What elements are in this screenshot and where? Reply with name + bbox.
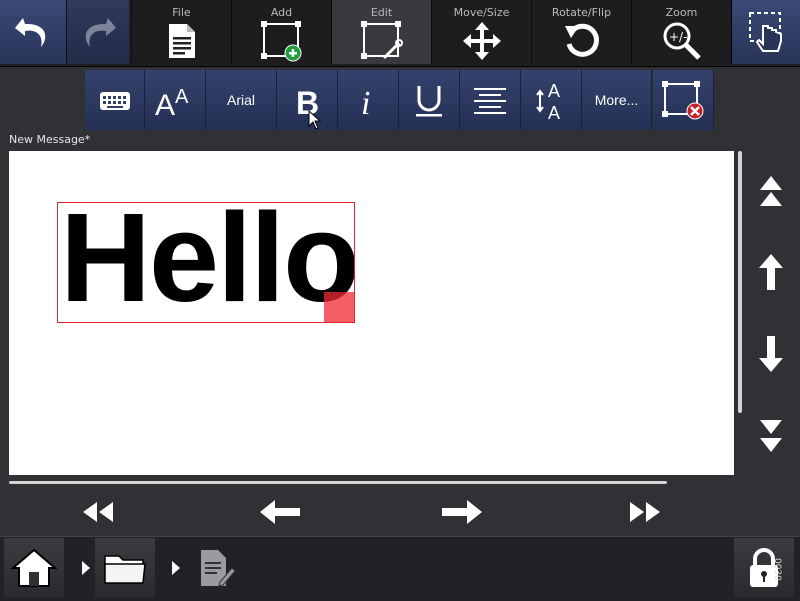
message-edit-icon [201, 550, 236, 587]
font-size-icon: A A [155, 86, 189, 118]
scroll-last-button[interactable] [619, 494, 671, 530]
edit-frame-icon [360, 21, 403, 60]
delete-frame-icon [662, 81, 704, 120]
folder-icon [104, 555, 146, 584]
keyboard-icon [99, 92, 130, 110]
document-title: New Message* [9, 133, 91, 146]
zoom-menu-tab[interactable]: Zoom +/- [631, 0, 731, 64]
scroll-up-button[interactable] [748, 250, 794, 294]
move-size-menu-label: Move/Size [453, 6, 510, 19]
breadcrumb-separator-icon [82, 561, 90, 575]
underline-button[interactable] [399, 70, 460, 130]
add-frame-icon [260, 21, 301, 62]
svg-text:A: A [548, 81, 560, 101]
redo-button[interactable] [67, 0, 129, 64]
align-center-icon [474, 88, 506, 114]
scroll-right-button[interactable] [436, 494, 488, 530]
double-right-arrow-icon [630, 502, 660, 522]
text-object-content: Hello [60, 202, 355, 323]
svg-text:i: i [361, 85, 370, 120]
svg-text:A: A [175, 86, 189, 108]
undo-button[interactable] [0, 0, 67, 64]
text-object[interactable]: Hello [57, 202, 355, 323]
scroll-top-button[interactable] [748, 170, 794, 214]
line-spacing-button[interactable]: A A [521, 70, 582, 130]
scroll-down-button[interactable] [748, 332, 794, 376]
rotate-icon [564, 23, 599, 57]
home-icon [11, 548, 57, 587]
move-arrows-icon [462, 22, 501, 60]
scroll-first-button[interactable] [72, 494, 124, 530]
add-menu-tab[interactable]: Add [231, 0, 331, 64]
scroll-bottom-button[interactable] [748, 414, 794, 458]
underline-icon [416, 86, 442, 117]
svg-text:A: A [155, 89, 175, 118]
home-button[interactable] [4, 538, 64, 598]
font-name-button[interactable]: Arial [206, 70, 277, 130]
delete-frame-button[interactable] [653, 70, 714, 130]
more-button[interactable]: More... [582, 70, 652, 130]
rotate-flip-menu-label: Rotate/Flip [551, 6, 612, 19]
down-arrow-icon [759, 336, 783, 372]
edit-menu-label: Edit [370, 6, 393, 19]
move-size-menu-tab[interactable]: Move/Size [431, 0, 531, 64]
touch-mode-button[interactable] [731, 0, 800, 64]
zoom-icon: +/- [663, 22, 701, 60]
vertical-scrollbar[interactable] [738, 151, 742, 413]
mouse-cursor-icon [308, 110, 322, 130]
italic-button[interactable]: i [338, 70, 399, 130]
up-arrow-icon [759, 254, 783, 290]
right-arrow-icon [442, 500, 482, 524]
font-size-button[interactable]: A A [145, 70, 206, 130]
undo-icon [15, 18, 46, 47]
document-icon [168, 24, 195, 58]
version-label: 0030 [772, 558, 782, 581]
align-button[interactable] [460, 70, 521, 130]
horizontal-scrollbar[interactable] [9, 481, 667, 484]
line-spacing-icon: A A [536, 81, 560, 121]
file-menu-label: File [172, 6, 191, 19]
redo-icon [85, 18, 116, 47]
folder-button[interactable] [95, 538, 155, 598]
double-up-arrow-icon [760, 176, 782, 206]
double-left-arrow-icon [83, 502, 113, 522]
resize-handle[interactable] [324, 292, 354, 322]
lock-button[interactable] [734, 538, 794, 598]
zoom-menu-label: Zoom [665, 6, 698, 19]
add-menu-label: Add [270, 6, 293, 19]
rotate-flip-menu-tab[interactable]: Rotate/Flip [531, 0, 631, 64]
double-down-arrow-icon [760, 420, 782, 452]
edit-menu-tab[interactable]: Edit [331, 0, 431, 64]
svg-text:+/-: +/- [669, 30, 687, 44]
svg-text:A: A [548, 103, 560, 121]
breadcrumb-separator-icon [172, 561, 180, 575]
keyboard-button[interactable] [85, 70, 145, 130]
file-menu-tab[interactable]: File [131, 0, 231, 64]
italic-icon: i [361, 85, 370, 120]
left-arrow-icon [260, 500, 300, 524]
scroll-left-button[interactable] [254, 494, 306, 530]
current-message-crumb[interactable] [198, 548, 238, 590]
hand-touch-icon [748, 12, 782, 52]
